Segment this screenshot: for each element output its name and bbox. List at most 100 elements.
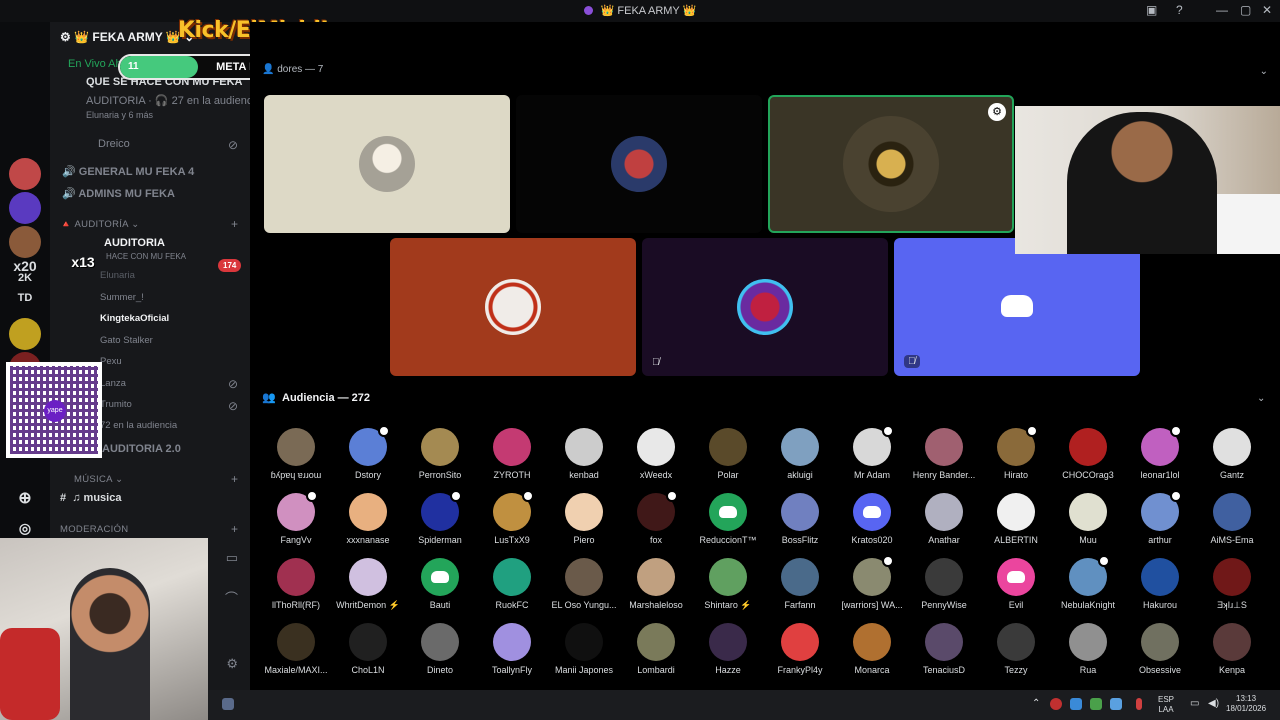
category-moderacion[interactable]: MODERACIÓN xyxy=(60,524,128,535)
audience-member[interactable]: WhritDemon ⚡ xyxy=(332,552,404,617)
audience-member[interactable]: Anathar xyxy=(908,487,980,552)
audience-member[interactable]: EL Oso Yungu... xyxy=(548,552,620,617)
member-item[interactable]: Pexu xyxy=(100,356,122,367)
audience-member[interactable]: Hakurou xyxy=(1124,552,1196,617)
speaker-tile[interactable] xyxy=(390,238,636,376)
server-icon[interactable] xyxy=(9,192,41,224)
close-icon[interactable]: ✕ xyxy=(1262,3,1272,17)
audience-member[interactable]: Lombardi xyxy=(620,617,692,682)
audience-member[interactable]: Gantz xyxy=(1196,422,1268,487)
channel-item[interactable]: Elunaria y 6 más xyxy=(86,110,153,120)
audience-member[interactable]: fox xyxy=(620,487,692,552)
audience-member[interactable]: Evil xyxy=(980,552,1052,617)
audience-member[interactable]: CHOCOrag3 xyxy=(1052,422,1124,487)
minimize-icon[interactable]: — xyxy=(1216,3,1228,17)
audience-member[interactable]: NebulaKnight xyxy=(1052,552,1124,617)
volume-icon[interactable]: ◀) xyxy=(1208,699,1219,709)
tray-icon[interactable] xyxy=(1070,698,1082,710)
speaker-tile[interactable]: 🎙̸ xyxy=(894,238,1140,376)
speaker-tile-active[interactable]: ⚙ xyxy=(768,95,1014,233)
audience-member[interactable]: ToallynFly xyxy=(476,617,548,682)
clock[interactable]: 13:13 18/01/2026 xyxy=(1226,694,1266,714)
audience-member[interactable]: Farfann xyxy=(764,552,836,617)
add-channel-icon[interactable]: + xyxy=(231,522,238,536)
audience-member[interactable]: Obsessive xyxy=(1124,617,1196,682)
audience-member[interactable]: xxxnanase xyxy=(332,487,404,552)
stage-channel-auditoria[interactable]: AUDITORIA xyxy=(104,237,165,249)
server-label[interactable]: TD xyxy=(0,292,50,304)
audience-member[interactable]: Kratos020 xyxy=(836,487,908,552)
tray-chevron-icon[interactable]: ⌃ xyxy=(1032,699,1040,709)
channel-item[interactable]: Dreico xyxy=(98,138,130,150)
tray-icon[interactable] xyxy=(1050,698,1062,710)
audience-member[interactable]: LusTxX9 xyxy=(476,487,548,552)
audience-member[interactable]: arthur xyxy=(1124,487,1196,552)
speakers-header[interactable]: 👤 dores — 7 xyxy=(262,64,323,75)
server-icon[interactable] xyxy=(9,318,41,350)
audience-member[interactable]: ChoL1N xyxy=(332,617,404,682)
category-auditoria[interactable]: 🔺 AUDITORÍA ⌄ xyxy=(60,219,139,230)
audience-member[interactable]: FangVv xyxy=(260,487,332,552)
audience-member[interactable]: Dineto xyxy=(404,617,476,682)
input-language[interactable]: ESP LAA xyxy=(1158,695,1174,715)
audience-member[interactable]: Spiderman xyxy=(404,487,476,552)
audience-member[interactable]: llThoRll(RF) xyxy=(260,552,332,617)
audience-member[interactable]: Rua xyxy=(1052,617,1124,682)
audience-member[interactable]: PerronSito xyxy=(404,422,476,487)
network-icon[interactable]: ▭ xyxy=(1190,699,1199,709)
tray-icon[interactable] xyxy=(1110,698,1122,710)
channel-item[interactable]: AUDITORIA · 🎧 27 en la audiencia xyxy=(86,94,261,107)
audience-member[interactable]: xWeedx xyxy=(620,422,692,487)
audience-member[interactable]: [warriors] WA... xyxy=(836,552,908,617)
discover-icon[interactable]: ◎ xyxy=(0,520,50,537)
audience-member[interactable]: RuokFC xyxy=(476,552,548,617)
maximize-icon[interactable]: ▢ xyxy=(1240,3,1251,17)
stage-channel-auditoria-2[interactable]: AUDITORIA 2.0 xyxy=(102,443,181,455)
audience-member[interactable]: Shintaro ⚡ xyxy=(692,552,764,617)
audience-member[interactable]: Kenpa xyxy=(1196,617,1268,682)
audience-member[interactable]: akluigi xyxy=(764,422,836,487)
audience-member[interactable]: Tezzy xyxy=(980,617,1052,682)
audience-member[interactable]: TenaciusD xyxy=(908,617,980,682)
speaker-tile[interactable] xyxy=(264,95,510,233)
member-item[interactable]: Gato Stalker xyxy=(100,335,153,346)
headset-icon[interactable]: ⌒ xyxy=(225,588,238,607)
audience-member[interactable]: FrankyPl4y xyxy=(764,617,836,682)
member-item[interactable]: Summer_! xyxy=(100,292,144,303)
audience-member[interactable]: Muu xyxy=(1052,487,1124,552)
audience-member[interactable]: Hirato xyxy=(980,422,1052,487)
member-item[interactable]: Trumito xyxy=(100,399,132,410)
audience-member[interactable]: Bauti xyxy=(404,552,476,617)
taskbar-app-icon[interactable] xyxy=(222,698,234,710)
audience-member[interactable]: Polar xyxy=(692,422,764,487)
tray-icon[interactable] xyxy=(1090,698,1102,710)
add-server-icon[interactable]: ⊕ xyxy=(0,488,50,508)
server-name[interactable]: ⚙ 👑 FEKA ARMY 👑 ⌄ xyxy=(60,30,194,44)
microphone-icon[interactable] xyxy=(1136,698,1142,710)
audience-member[interactable]: Henry Bander... xyxy=(908,422,980,487)
voice-channel-admins[interactable]: 🔊 ADMINS MU FEKA xyxy=(62,187,175,200)
collapse-chevron-icon[interactable]: ⌄ xyxy=(1257,393,1265,404)
audience-member[interactable]: Manii Japones xyxy=(548,617,620,682)
speaker-tile[interactable]: 🎙̸ xyxy=(642,238,888,376)
help-icon[interactable]: ? xyxy=(1176,3,1183,17)
audience-member[interactable]: Hazze xyxy=(692,617,764,682)
audience-member[interactable]: Monarca xyxy=(836,617,908,682)
audience-member[interactable]: leonar1lol xyxy=(1124,422,1196,487)
audience-member[interactable]: PennyWise xyxy=(908,552,980,617)
audience-member[interactable]: Maxiale/MAXI... xyxy=(260,617,332,682)
add-channel-icon[interactable]: + xyxy=(231,217,238,231)
member-item[interactable]: Elunaria xyxy=(100,270,135,281)
screen-share-icon[interactable]: ▭ xyxy=(226,550,238,566)
audience-member[interactable]: Mr Adam xyxy=(836,422,908,487)
inbox-icon[interactable]: ▣ xyxy=(1146,3,1157,17)
server-icon[interactable] xyxy=(9,226,41,258)
audience-member[interactable]: ƎʞIɹ⊥S xyxy=(1196,552,1268,617)
category-musica[interactable]: MÚSICA ⌄ xyxy=(74,474,123,485)
server-icon[interactable] xyxy=(9,158,41,190)
audience-member[interactable]: ZYROTH xyxy=(476,422,548,487)
add-channel-icon[interactable]: + xyxy=(231,472,238,486)
settings-gear-icon[interactable]: ⚙ xyxy=(226,656,238,672)
audience-member[interactable]: Marshaleloso xyxy=(620,552,692,617)
text-channel-musica[interactable]: # ♫ musica xyxy=(60,492,121,504)
